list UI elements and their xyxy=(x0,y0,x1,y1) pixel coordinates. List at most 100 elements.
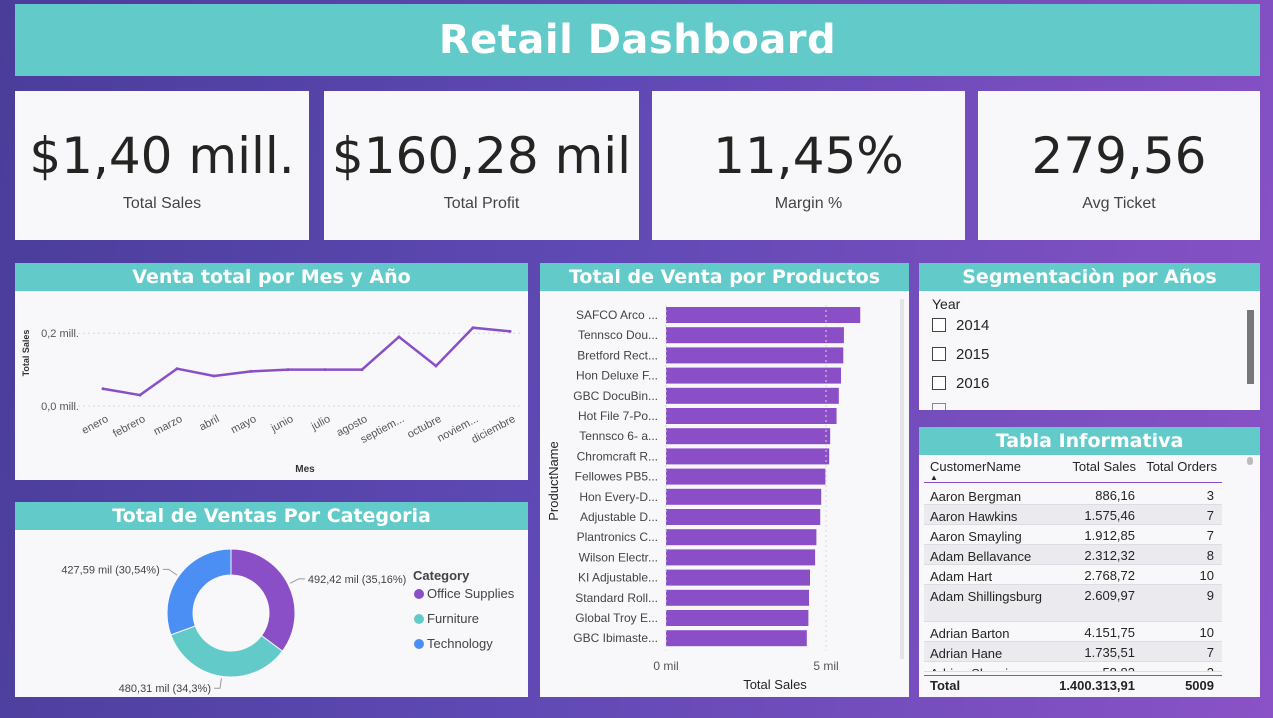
product-bar[interactable] xyxy=(666,428,831,445)
kpi-label: Margin % xyxy=(774,194,843,212)
slicer-item-label: 2016 xyxy=(956,374,990,392)
table-row[interactable]: Adam Hart 2.768,72 10 xyxy=(924,565,1222,585)
sales-cell: 1.912,85 xyxy=(1084,528,1135,543)
table-panel: Tabla Informativa CustomerName Total Sal… xyxy=(919,427,1260,697)
table-scrollbar[interactable] xyxy=(1247,457,1253,465)
product-bar[interactable] xyxy=(666,468,826,485)
product-bar[interactable] xyxy=(666,408,837,424)
donut-slice[interactable] xyxy=(166,548,232,636)
total-orders: 5009 xyxy=(1185,678,1214,693)
kpi-value: 279,56 xyxy=(1031,126,1207,185)
product-label: Hot File 7-Po... xyxy=(578,409,658,423)
product-label: Bretford Rect... xyxy=(577,348,658,362)
slice-leader-line xyxy=(289,578,305,584)
slicer-item-2015[interactable]: 2015 xyxy=(932,344,989,364)
legend-marker[interactable] xyxy=(414,639,424,649)
customer-name-cell: Adam Hart xyxy=(930,569,993,584)
product-bar[interactable] xyxy=(666,387,839,404)
table-row[interactable]: Adam Shillingsburg 2.609,97 9 xyxy=(924,585,1222,622)
table-row[interactable]: Aaron Smayling 1.912,85 7 xyxy=(924,525,1222,545)
table-row[interactable]: Adrian Barton 4.151,75 10 xyxy=(924,622,1222,642)
line-data-point[interactable] xyxy=(101,387,105,391)
kpi-label: Total Profit xyxy=(443,194,520,212)
product-bar[interactable] xyxy=(666,529,817,546)
column-header-customer[interactable]: CustomerName xyxy=(930,459,1021,474)
product-bar[interactable] xyxy=(666,307,861,323)
line-data-point[interactable] xyxy=(323,368,327,372)
line-chart[interactable]: 0,0 mill. 0,2 mill. Total Sales Mes enero feb… xyxy=(15,291,528,480)
product-bar[interactable] xyxy=(666,630,807,647)
table-row[interactable]: Aaron Bergman 886,16 3 xyxy=(924,485,1222,505)
line-data-point[interactable] xyxy=(175,367,179,371)
line-data-point[interactable] xyxy=(397,335,401,339)
line-chart-title: Venta total por Mes y Año xyxy=(15,263,528,291)
line-data-point[interactable] xyxy=(360,368,364,372)
product-bar[interactable] xyxy=(666,367,842,384)
product-chart-title: Total de Venta por Productos xyxy=(540,263,909,291)
checkbox[interactable] xyxy=(932,318,946,332)
product-bar[interactable] xyxy=(666,488,822,505)
product-bar[interactable] xyxy=(666,347,844,364)
line-data-point[interactable] xyxy=(286,368,290,372)
checkbox[interactable] xyxy=(932,376,946,390)
x-tick-label: abril xyxy=(197,413,221,433)
x-axis-label: Total Sales xyxy=(743,677,807,692)
kpi-card-total-profit[interactable]: $160,28 mil Total Profit xyxy=(324,91,639,240)
slicer-item-2014[interactable]: 2014 xyxy=(932,315,989,335)
customer-table[interactable]: CustomerName Total Sales Total Orders ▲ … xyxy=(924,455,1222,697)
sales-cell: 1.735,51 xyxy=(1084,645,1135,660)
product-bar[interactable] xyxy=(666,509,821,525)
legend-marker[interactable] xyxy=(414,614,424,624)
product-bar-chart-panel[interactable]: Total de Venta por Productos SAFCO Arco … xyxy=(540,263,909,697)
dashboard-header: Retail Dashboard xyxy=(15,4,1260,76)
table-row[interactable]: Adam Bellavance 2.312,32 8 xyxy=(924,545,1222,565)
table-row[interactable]: Adrian Hane 1.735,51 7 xyxy=(924,642,1222,662)
x-tick-label: febrero xyxy=(111,413,147,440)
slicer-item-partial xyxy=(932,403,946,410)
checkbox[interactable] xyxy=(932,347,946,361)
kpi-card-total-sales[interactable]: $1,40 mill. Total Sales xyxy=(15,91,309,240)
y-axis-label: ProductName xyxy=(546,441,561,520)
sales-cell: 886,16 xyxy=(1095,488,1135,503)
column-header-orders[interactable]: Total Orders xyxy=(1146,459,1217,474)
orders-cell: 2 xyxy=(1207,665,1214,671)
orders-cell: 10 xyxy=(1199,568,1214,583)
legend-marker[interactable] xyxy=(414,589,424,599)
kpi-card-avg-ticket[interactable]: 279,56 Avg Ticket xyxy=(978,91,1260,240)
orders-cell: 10 xyxy=(1199,625,1214,640)
product-bar[interactable] xyxy=(666,327,844,344)
table-row[interactable]: Adrian Shami 58,82 2 xyxy=(924,662,1222,672)
product-bar[interactable] xyxy=(666,448,830,465)
kpi-card-margin[interactable]: 11,45% Margin % xyxy=(652,91,965,240)
line-data-point[interactable] xyxy=(249,369,253,373)
slicer-scrollbar[interactable] xyxy=(1247,310,1254,384)
line-data-point[interactable] xyxy=(138,393,142,397)
product-bar[interactable] xyxy=(666,610,809,626)
legend-item[interactable]: Office Supplies xyxy=(427,586,515,601)
product-bar[interactable] xyxy=(666,589,810,606)
donut-chart-panel[interactable]: Total de Ventas Por Categoria 492,42 mil… xyxy=(15,502,528,697)
sort-ascending-icon[interactable]: ▲ xyxy=(930,473,938,482)
donut-chart[interactable]: 492,42 mil (35,16%) 480,31 mil (34,3%) 427… xyxy=(15,530,528,697)
legend-item[interactable]: Furniture xyxy=(427,611,479,626)
column-header-sales[interactable]: Total Sales xyxy=(1072,459,1136,474)
product-bar-chart[interactable]: SAFCO Arco ... Tennsco Dou... Bretford Rec… xyxy=(540,291,909,697)
chart-scrollbar[interactable] xyxy=(900,299,904,659)
product-bar[interactable] xyxy=(666,569,810,586)
product-label: Plantronics C... xyxy=(577,530,658,544)
table-row[interactable]: Aaron Hawkins 1.575,46 7 xyxy=(924,505,1222,525)
product-label: KI Adjustable... xyxy=(578,571,658,585)
product-bar[interactable] xyxy=(666,549,816,566)
line-chart-panel[interactable]: Venta total por Mes y Año 0,0 mill. 0,2 m… xyxy=(15,263,528,480)
line-data-point[interactable] xyxy=(434,364,438,368)
sales-line-series[interactable] xyxy=(102,326,511,397)
donut-slice[interactable] xyxy=(230,548,296,652)
x-tick-label: junio xyxy=(268,413,295,435)
product-label: Global Troy E... xyxy=(575,611,658,625)
line-data-point[interactable] xyxy=(212,374,216,378)
line-data-point[interactable] xyxy=(508,329,512,333)
legend-item[interactable]: Technology xyxy=(427,636,493,651)
line-data-point[interactable] xyxy=(471,326,475,330)
slicer-item-2016[interactable]: 2016 xyxy=(932,373,989,393)
slicer-header: Year xyxy=(932,296,961,312)
